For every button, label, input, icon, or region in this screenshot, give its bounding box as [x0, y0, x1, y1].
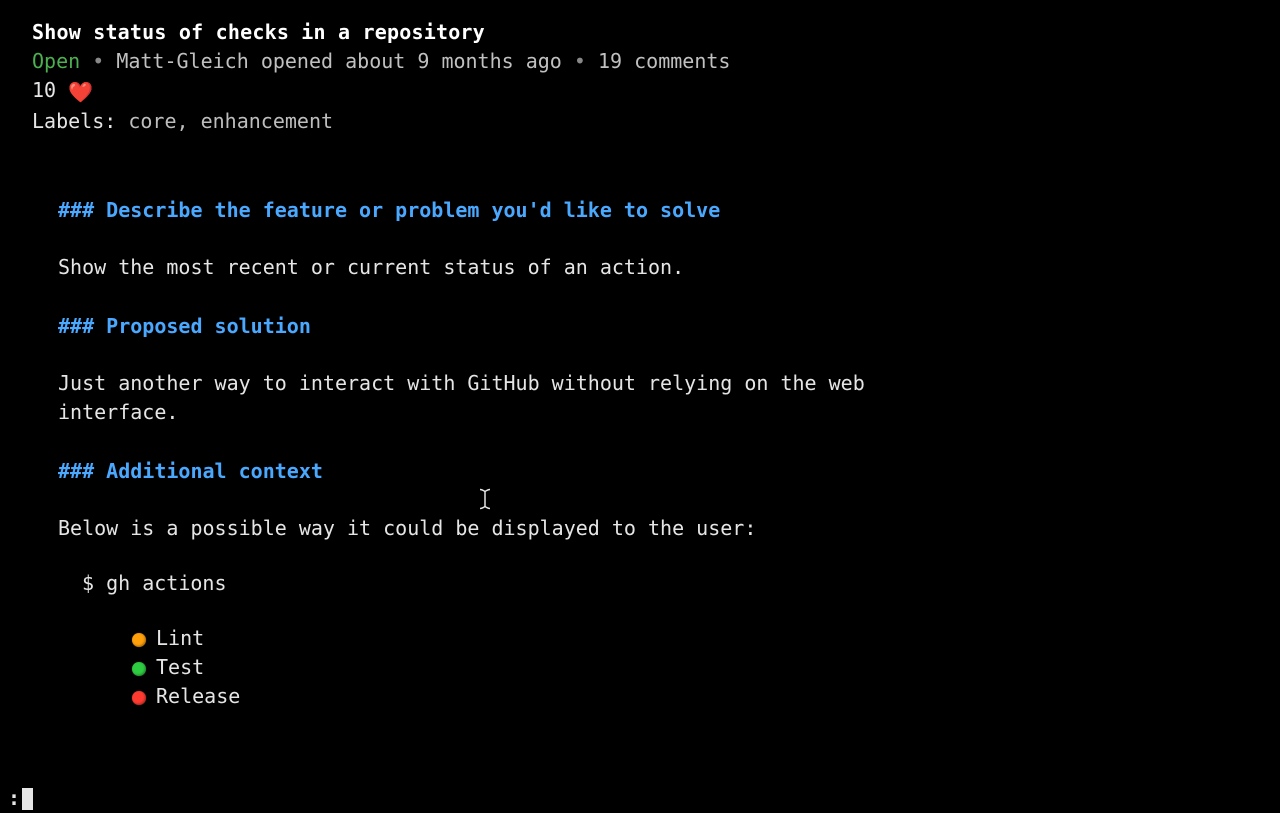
section-text-proposed: Just another way to interact with GitHub… — [58, 369, 978, 427]
status-dot-icon — [132, 691, 146, 705]
issue-body: ### Describe the feature or problem you'… — [0, 136, 1280, 711]
example-command: $ gh actions — [58, 569, 1222, 598]
list-item: Release — [132, 682, 1222, 711]
section-text-describe: Show the most recent or current status o… — [58, 253, 978, 282]
separator-dot-icon: • — [574, 49, 586, 73]
list-item: Lint — [132, 624, 1222, 653]
example-output-list: Lint Test Release — [58, 624, 1222, 711]
pager-prompt[interactable]: : — [8, 784, 33, 813]
section-text-context: Below is a possible way it could be disp… — [58, 514, 978, 543]
list-item: Test — [132, 653, 1222, 682]
labels-values: core, enhancement — [128, 109, 333, 133]
issue-reactions: 10 ❤️ — [32, 76, 1248, 107]
issue-opened-relative: about 9 months ago — [345, 49, 562, 73]
issue-header: Show status of checks in a repository Op… — [0, 18, 1280, 136]
issue-title: Show status of checks in a repository — [32, 18, 1248, 47]
terminal-cursor-icon — [22, 788, 33, 810]
pager-prompt-colon: : — [8, 784, 20, 813]
reaction-count: 10 — [32, 78, 56, 102]
separator-dot-icon: • — [92, 49, 104, 73]
status-dot-icon — [132, 633, 146, 647]
heart-icon: ❤️ — [68, 80, 93, 104]
labels-key: Labels: — [32, 109, 116, 133]
section-heading-proposed: ### Proposed solution — [58, 312, 1222, 341]
section-heading-context: ### Additional context — [58, 457, 1222, 486]
issue-comments-count: 19 — [598, 49, 622, 73]
opened-word: opened — [261, 49, 333, 73]
section-heading-describe: ### Describe the feature or problem you'… — [58, 196, 1222, 225]
action-name: Release — [156, 682, 240, 711]
issue-labels-line: Labels: core, enhancement — [32, 107, 1248, 136]
action-name: Lint — [156, 624, 204, 653]
terminal-screen: Show status of checks in a repository Op… — [0, 0, 1280, 813]
issue-comments-word: comments — [634, 49, 730, 73]
issue-meta-line: Open • Matt-Gleich opened about 9 months… — [32, 47, 1248, 76]
issue-author: Matt-Gleich — [116, 49, 248, 73]
action-name: Test — [156, 653, 204, 682]
status-dot-icon — [132, 662, 146, 676]
issue-status-open: Open — [32, 49, 80, 73]
